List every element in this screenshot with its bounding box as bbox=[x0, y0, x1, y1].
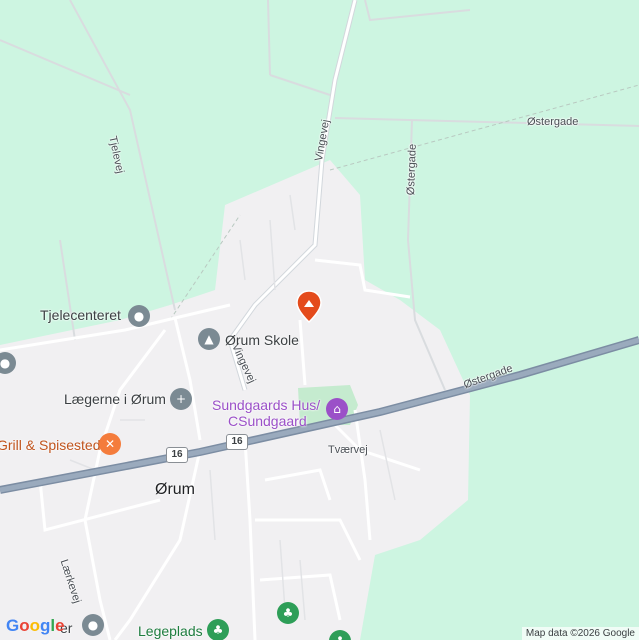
location-pin-icon[interactable] bbox=[295, 290, 323, 324]
poi-label-grill[interactable]: Grill & Spisested bbox=[0, 437, 100, 453]
road-track-2 bbox=[267, 0, 271, 76]
road-track-4 bbox=[269, 74, 331, 96]
poi-label-legeplads[interactable]: Legeplads bbox=[138, 623, 203, 639]
map-canvas[interactable]: Tjelevej Vingevej Vingevej Østergade Øst… bbox=[0, 0, 639, 640]
google-logo[interactable]: Google bbox=[6, 616, 65, 636]
road-minor-w bbox=[59, 239, 76, 341]
logo-letter: g bbox=[40, 616, 51, 635]
road-label-ostergade-ne: Østergade bbox=[527, 116, 579, 128]
poi-label-orum-skole[interactable]: Ørum Skole bbox=[225, 332, 299, 348]
road-label-ostergade-vertical: Østergade bbox=[405, 143, 419, 196]
road-track-3 bbox=[364, 0, 471, 22]
restaurant-icon[interactable]: ✕ bbox=[99, 433, 121, 455]
place-icon-south[interactable]: ● bbox=[82, 614, 104, 636]
office-icon[interactable]: ● bbox=[128, 305, 150, 327]
road-ostergade-ne bbox=[334, 117, 639, 127]
poi-label-sundgaards-1[interactable]: Sundgaards Hus/ bbox=[212, 397, 320, 413]
road-track-1 bbox=[0, 39, 131, 96]
playground-icon[interactable]: ♣ bbox=[207, 619, 229, 640]
doctor-icon[interactable]: + bbox=[170, 388, 192, 410]
logo-letter: G bbox=[6, 616, 20, 635]
road-label-tvaervej: Tværvej bbox=[328, 444, 368, 456]
poi-label-tjelecenteret[interactable]: Tjelecenteret bbox=[40, 307, 121, 323]
route-shield-16-west: 16 bbox=[166, 447, 188, 463]
logo-letter: e bbox=[55, 616, 65, 635]
school-icon[interactable]: ▲ bbox=[198, 328, 220, 350]
route-shield-16-east: 16 bbox=[226, 434, 248, 450]
poi-label-laegerne[interactable]: Lægerne i Ørum bbox=[64, 391, 166, 407]
logo-letter: o bbox=[29, 616, 41, 635]
town-label-orum: Ørum bbox=[155, 481, 195, 498]
dashed-path bbox=[329, 84, 639, 171]
park-icon[interactable]: ♣ bbox=[277, 602, 299, 624]
logo-letter: o bbox=[19, 616, 30, 635]
museum-icon[interactable]: ⌂ bbox=[326, 398, 348, 420]
map-attribution[interactable]: Map data ©2026 Google bbox=[521, 627, 639, 640]
poi-label-sundgaards-2[interactable]: CSundgaard bbox=[228, 413, 307, 429]
road-tjelevej bbox=[69, 0, 176, 311]
